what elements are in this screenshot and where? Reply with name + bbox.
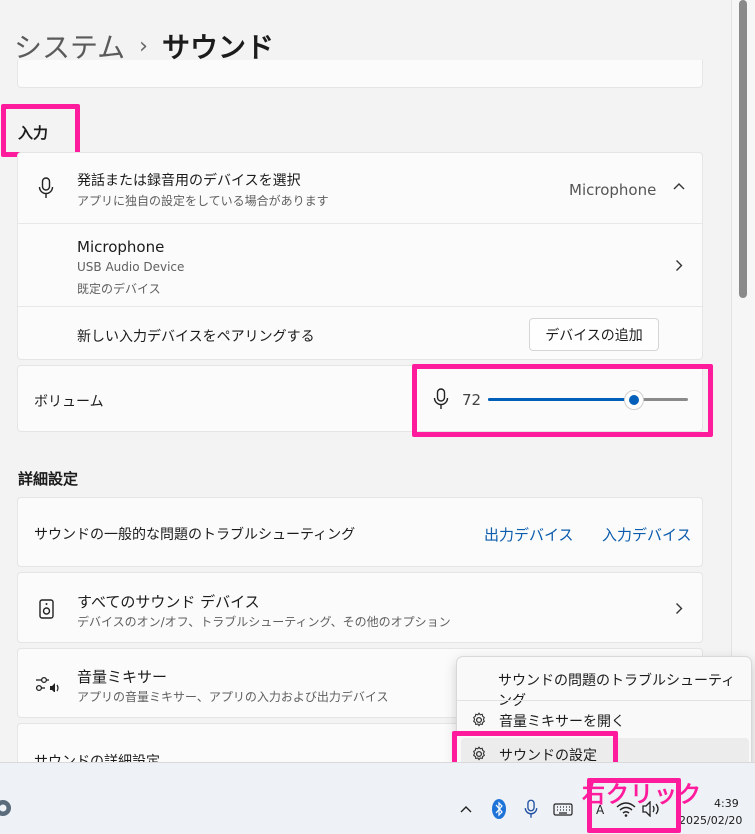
- breadcrumb-separator: ›: [139, 33, 148, 59]
- gear-icon: [471, 712, 487, 728]
- divider: [18, 306, 702, 307]
- menu-item-troubleshoot[interactable]: サウンドの問題のトラブルシューティング: [461, 663, 747, 709]
- input-section-title: 入力: [18, 124, 49, 142]
- speaker-icon: [39, 599, 54, 619]
- add-device-button[interactable]: デバイスの追加: [529, 318, 659, 351]
- output-device-link[interactable]: 出力デバイス: [484, 524, 574, 545]
- troubleshoot-label: サウンドの一般的な問題のトラブルシューティング: [34, 527, 356, 543]
- all-sound-devices-title: すべてのサウンド デバイス: [77, 593, 260, 611]
- microphone-icon: [433, 388, 449, 410]
- device-select-title: 発話または録音用のデバイスを選択: [77, 173, 301, 189]
- settings-app-icon[interactable]: [0, 797, 14, 819]
- device-name: Microphone: [77, 238, 165, 256]
- pair-device-label: 新しい入力デバイスをペアリングする: [77, 329, 315, 345]
- microphone-icon: [38, 177, 54, 199]
- volume-mixer-title: 音量ミキサー: [77, 668, 168, 686]
- device-status: 既定のデバイス: [77, 282, 161, 296]
- microphone-tray-icon[interactable]: [524, 799, 538, 819]
- all-sound-devices-row[interactable]: すべてのサウンド デバイス デバイスのオン/オフ、トラブルシューティング、その他…: [17, 572, 703, 643]
- advanced-section-title: 詳細設定: [18, 470, 79, 488]
- device-select-subtitle: アプリに独自の設定をしている場合があります: [77, 194, 329, 208]
- volume-slider-thumb[interactable]: [624, 390, 644, 410]
- menu-item-open-mixer[interactable]: 音量ミキサーを開く: [461, 704, 747, 736]
- volume-mixer-subtitle: アプリの音量ミキサー、アプリの入力および出力デバイス: [77, 690, 389, 704]
- volume-slider[interactable]: [488, 390, 688, 410]
- input-device-card: 発話または録音用のデバイスを選択 アプリに独自の設定をしている場合があります M…: [17, 152, 703, 360]
- menu-item-label: 音量ミキサーを開く: [499, 714, 625, 730]
- device-select-value: Microphone: [569, 181, 657, 199]
- bluetooth-icon[interactable]: [492, 799, 506, 819]
- all-sound-devices-subtitle: デバイスのオン/オフ、トラブルシューティング、その他のオプション: [77, 615, 451, 629]
- right-click-annotation: 右クリック: [582, 782, 702, 808]
- output-card-bottom: [17, 60, 703, 88]
- device-type: USB Audio Device: [77, 260, 185, 274]
- context-menu: サウンドの問題のトラブルシューティング 音量ミキサーを開く サウンドの設定: [456, 656, 752, 772]
- troubleshoot-card: サウンドの一般的な問題のトラブルシューティング 出力デバイス 入力デバイス: [17, 497, 703, 567]
- clock-date[interactable]: 2025/02/20: [679, 814, 742, 827]
- chevron-up-icon[interactable]: [673, 182, 685, 190]
- volume-value: 72: [462, 391, 482, 409]
- volume-slider-fill: [488, 398, 634, 401]
- clock-time[interactable]: 4:39: [714, 797, 739, 810]
- chevron-right-icon: [675, 602, 683, 615]
- mixer-icon: [35, 676, 61, 692]
- keyboard-icon[interactable]: [553, 803, 573, 816]
- volume-card: ボリューム 72: [17, 365, 703, 432]
- scrollbar-thumb[interactable]: [739, 0, 747, 298]
- gear-icon: [471, 746, 487, 762]
- show-hidden-icons-chevron[interactable]: [460, 805, 472, 813]
- volume-label: ボリューム: [34, 394, 104, 410]
- chevron-right-icon[interactable]: [675, 259, 683, 272]
- input-device-link[interactable]: 入力デバイス: [602, 524, 692, 545]
